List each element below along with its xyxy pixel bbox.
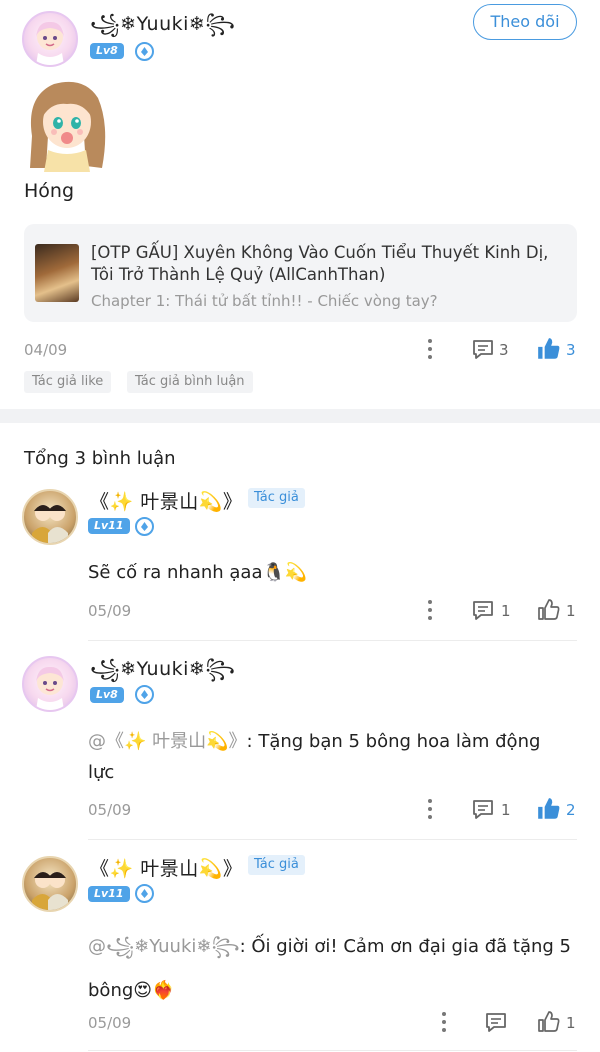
tag-author-commented: Tác giả bình luận (127, 371, 253, 393)
comment-date: 05/09 (88, 801, 132, 819)
comment-author-avatar[interactable] (22, 656, 78, 712)
post-text: Hóng (24, 180, 75, 202)
comment-icon[interactable] (471, 337, 495, 361)
tag-author-liked: Tác giả like (24, 371, 112, 393)
comment-author-level-badge: Lv11 (88, 518, 130, 534)
girl-sticker-image (24, 76, 110, 172)
comment-date: 05/09 (88, 602, 132, 620)
more-options-icon[interactable] (427, 600, 433, 622)
linked-book-card[interactable]: [OTP GẤU] Xuyên Không Vào Cuốn Tiểu Thuy… (24, 224, 577, 322)
comments-count-heading: Tổng 3 bình luận (24, 448, 176, 469)
post-author-avatar[interactable] (22, 11, 78, 67)
comment-separator (88, 839, 577, 840)
more-options-icon[interactable] (441, 1012, 447, 1034)
more-options-icon[interactable] (427, 339, 433, 361)
author-tag: Tác giả (248, 488, 305, 508)
reply-mention[interactable]: @《✨ 叶景山💫》 (88, 731, 247, 752)
section-divider (0, 409, 600, 423)
comment-author-avatar[interactable] (22, 856, 78, 912)
post-comment-count: 3 (499, 341, 509, 359)
post-like-count: 3 (566, 341, 576, 359)
follow-button[interactable]: Theo dõi (473, 4, 577, 40)
comment-text: @《✨ 叶景山💫》: Tặng bạn 5 bông hoa làm động … (88, 731, 541, 783)
reply-icon[interactable] (471, 598, 495, 622)
avatar-couple-icon (32, 505, 68, 543)
verified-badge-icon (135, 685, 154, 704)
book-cover-image (35, 244, 79, 302)
comment-reply-count: 1 (501, 801, 511, 819)
verified-badge-icon (135, 42, 154, 61)
comment-separator (88, 1050, 577, 1051)
comment-like-count: 2 (566, 801, 576, 819)
like-filled-icon[interactable] (536, 336, 562, 362)
author-tag: Tác giả (248, 855, 305, 875)
comment-author-level-badge: Lv11 (88, 886, 130, 902)
avatar-couple-icon (32, 872, 68, 910)
reply-icon[interactable] (471, 797, 495, 821)
verified-badge-icon (135, 884, 154, 903)
avatar-girl-icon (36, 21, 64, 65)
post-author-level-badge: Lv8 (90, 43, 124, 59)
book-title: [OTP GẤU] Xuyên Không Vào Cuốn Tiểu Thuy… (91, 243, 549, 284)
reply-icon[interactable] (484, 1010, 508, 1034)
comment-author-level-badge: Lv8 (90, 687, 124, 703)
comment-text: @꧁❄Yuuki❄꧂: Ối giời ơi! Cảm ơn đại gia đ… (88, 936, 571, 1001)
more-options-icon[interactable] (427, 799, 433, 821)
comment-author-name[interactable]: 《✨ 叶景山💫》 (90, 487, 242, 514)
comment-separator (88, 640, 577, 641)
like-outline-icon[interactable] (537, 598, 561, 622)
comment-like-count: 1 (566, 1014, 576, 1032)
comment-date: 05/09 (88, 1014, 132, 1032)
verified-badge-icon (135, 517, 154, 536)
comment-author-name[interactable]: 《✨ 叶景山💫》 (90, 854, 242, 881)
like-outline-icon[interactable] (537, 1010, 561, 1034)
book-chapter: Chapter 1: Thái tử bất tỉnh!! - Chiếc vò… (91, 292, 438, 310)
like-filled-icon[interactable] (536, 796, 562, 822)
comment-author-avatar[interactable] (22, 489, 78, 545)
post-date: 04/09 (24, 341, 68, 359)
reply-mention[interactable]: @꧁❄Yuuki❄꧂ (88, 936, 240, 957)
avatar-girl-icon (36, 666, 64, 710)
comment-text: Sẽ cố ra nhanh ạaa🐧💫 (88, 562, 308, 583)
comment-reply-count: 1 (501, 602, 511, 620)
comment-like-count: 1 (566, 602, 576, 620)
